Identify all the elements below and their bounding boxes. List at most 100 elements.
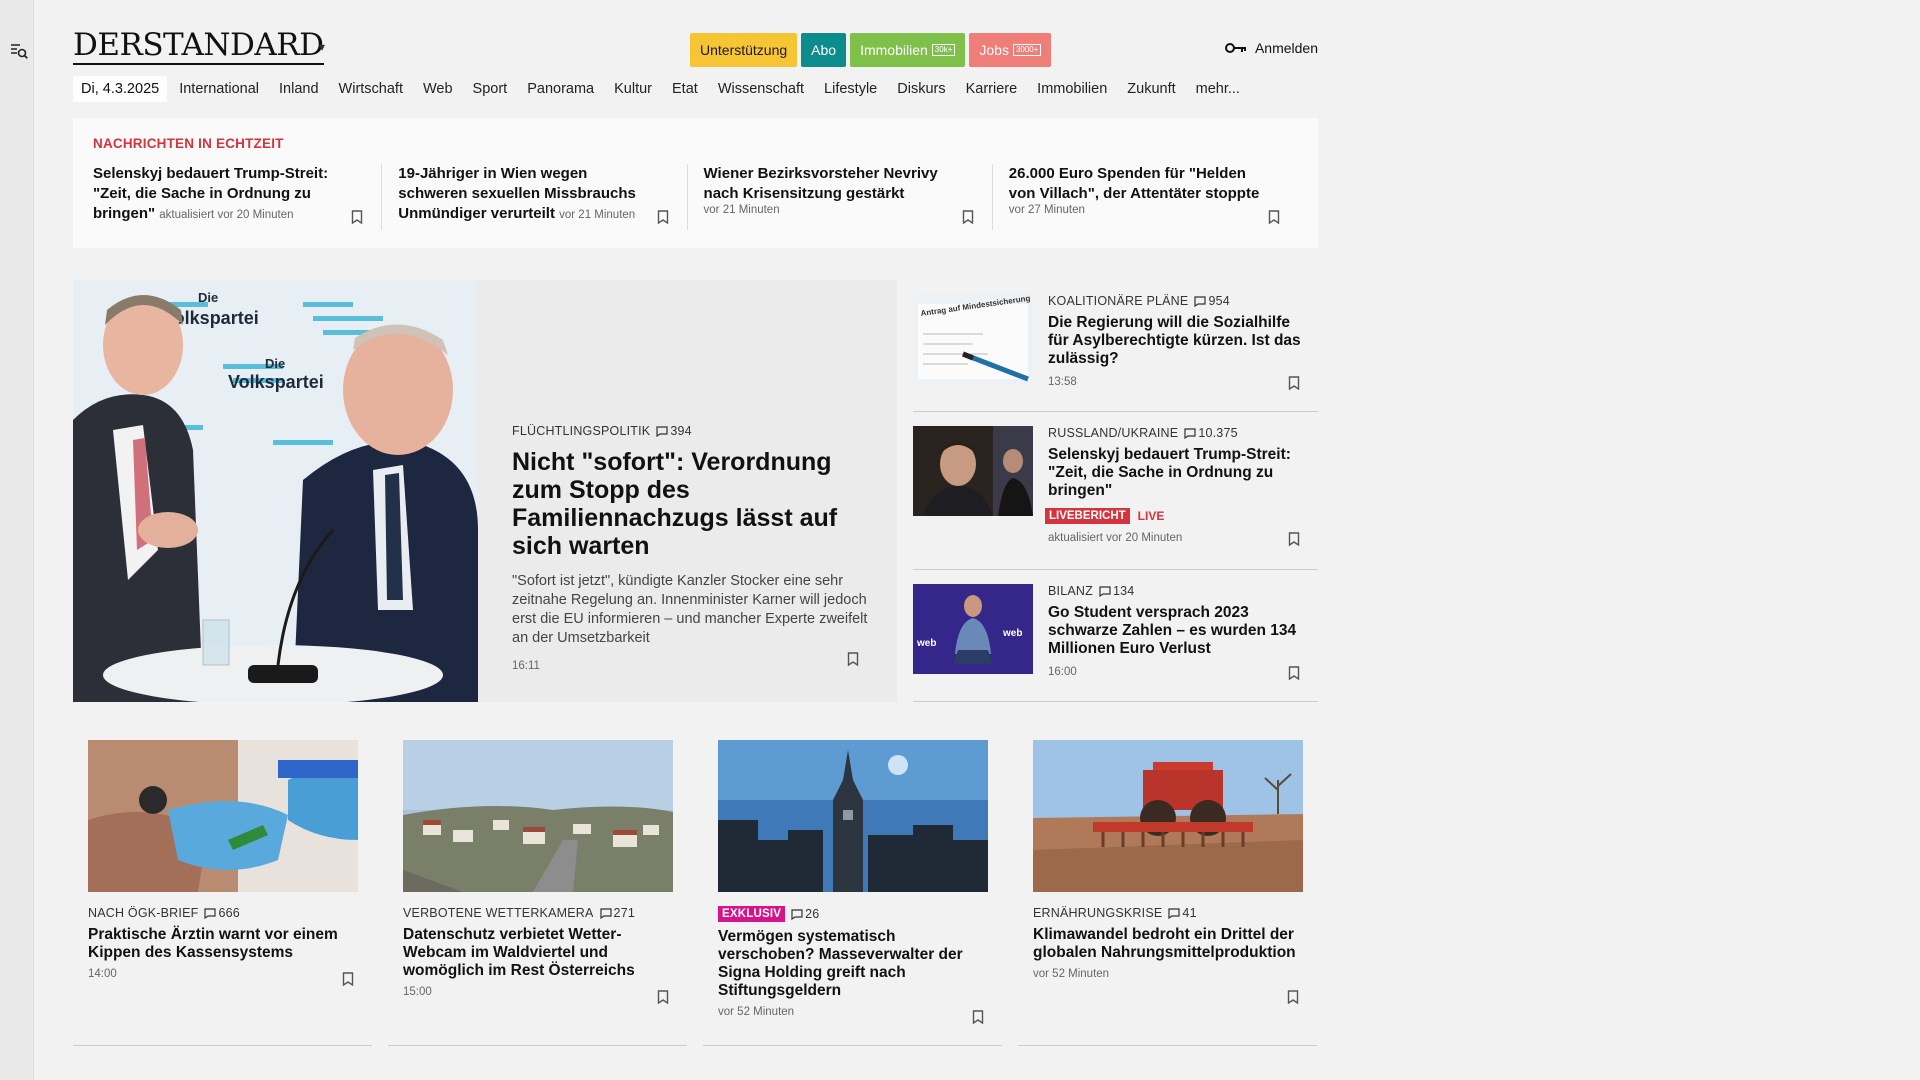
card-comment-count[interactable]: 666 bbox=[204, 906, 240, 920]
main-stories: Die Volkspartei Die Volkspartei FLÜCHTLI… bbox=[73, 280, 1318, 702]
bookmark-icon[interactable] bbox=[972, 1010, 984, 1024]
nav-item-inland[interactable]: Inland bbox=[279, 81, 319, 97]
card-headline[interactable]: Vermögen systematisch verschoben? Massev… bbox=[718, 928, 987, 1000]
side-article-image[interactable] bbox=[913, 426, 1033, 516]
side-headline[interactable]: Die Regierung will die Sozialhilfe für A… bbox=[1048, 314, 1313, 368]
logo[interactable]: DERSTANDARD bbox=[73, 30, 324, 65]
bookmark-icon[interactable] bbox=[657, 210, 669, 224]
image-caption: web bbox=[1002, 628, 1022, 639]
nav-item-panorama[interactable]: Panorama bbox=[527, 81, 594, 97]
card-time: vor 52 Minuten bbox=[1033, 968, 1110, 980]
abo-label: Abo bbox=[811, 42, 837, 58]
nav-item-karriere[interactable]: Karriere bbox=[966, 81, 1018, 97]
side-comment-count[interactable]: 134 bbox=[1099, 584, 1134, 598]
nav-item-web[interactable]: Web bbox=[423, 81, 453, 97]
page-content: DERSTANDARD ▾ Unterstützung Abo Immobili… bbox=[73, 0, 1318, 1046]
article-card[interactable]: VERBOTENE WETTERKAMERA 271 Datenschutz v… bbox=[388, 740, 687, 1046]
nav-item-wirtschaft[interactable]: Wirtschaft bbox=[339, 81, 403, 97]
article-card-image[interactable] bbox=[88, 740, 358, 892]
ticker-item[interactable]: Selenskyj bedauert Trump-Streit: "Zeit, … bbox=[93, 164, 383, 230]
side-article[interactable]: web web BILANZ 134 Go Student versprach … bbox=[913, 570, 1318, 702]
login-button[interactable]: Anmelden bbox=[1224, 40, 1318, 56]
chevron-down-icon[interactable]: ▾ bbox=[319, 40, 325, 54]
nav-item-international[interactable]: International bbox=[179, 81, 259, 97]
article-card-image[interactable] bbox=[718, 740, 988, 892]
side-comments: 954 bbox=[1208, 294, 1230, 308]
lead-time: 16:11 bbox=[512, 660, 540, 672]
bookmark-icon[interactable] bbox=[1288, 376, 1300, 390]
nav-item-immobilien[interactable]: Immobilien bbox=[1037, 81, 1107, 97]
ticker-time: vor 21 Minuten bbox=[703, 204, 780, 216]
card-comment-count[interactable]: 271 bbox=[599, 906, 636, 920]
lead-article-image[interactable]: Die Volkspartei Die Volkspartei bbox=[73, 280, 478, 702]
immobilien-button[interactable]: Immobilien 30k+ bbox=[850, 33, 966, 67]
nav-item-sport[interactable]: Sport bbox=[473, 81, 508, 97]
promo-links: Unterstützung Abo Immobilien 30k+ Jobs 300… bbox=[690, 33, 1052, 67]
key-icon bbox=[1224, 43, 1246, 53]
article-card-image[interactable] bbox=[403, 740, 673, 892]
lead-article[interactable]: Die Volkspartei Die Volkspartei FLÜCHTLI… bbox=[73, 280, 897, 702]
card-headline[interactable]: Klimawandel bedroht ein Drittel der glob… bbox=[1033, 926, 1302, 962]
card-headline[interactable]: Datenschutz verbietet Wetter-Webcam im W… bbox=[403, 926, 672, 980]
nav-item-lifestyle[interactable]: Lifestyle bbox=[824, 81, 877, 97]
ticker-headline: Wiener Bezirksvorsteher Nevrivy nach Kri… bbox=[703, 165, 938, 202]
lead-comment-count[interactable]: 394 bbox=[656, 424, 692, 438]
article-card[interactable]: EXKLUSIV 26 Vermögen systematisch versch… bbox=[703, 740, 1002, 1046]
bookmark-icon[interactable] bbox=[342, 972, 354, 986]
immobilien-label: Immobilien bbox=[860, 42, 928, 58]
ticker-headline: 26.000 Euro Spenden für "Helden von Vill… bbox=[1008, 165, 1260, 202]
article-card[interactable]: ERNÄHRUNGSKRISE 41 Klimawandel bedroht e… bbox=[1018, 740, 1317, 1046]
side-articles: Antrag auf Mindestsicherung KOALITIONÄRE… bbox=[913, 280, 1318, 702]
ticker-item[interactable]: 19-Jähriger in Wien wegen schweren sexue… bbox=[398, 164, 688, 230]
side-article[interactable]: Antrag auf Mindestsicherung KOALITIONÄRE… bbox=[913, 280, 1318, 412]
side-article-image[interactable]: Antrag auf Mindestsicherung bbox=[913, 294, 1033, 384]
bookmark-icon[interactable] bbox=[1288, 532, 1300, 546]
comment-icon bbox=[1194, 295, 1207, 307]
bookmark-icon[interactable] bbox=[1287, 990, 1299, 1004]
bookmark-icon[interactable] bbox=[847, 652, 859, 666]
lead-headline[interactable]: Nicht "sofort": Verordnung zum Stopp des… bbox=[512, 448, 872, 560]
card-comment-count[interactable]: 26 bbox=[791, 907, 819, 921]
nav-item-kultur[interactable]: Kultur bbox=[614, 81, 652, 97]
comment-icon bbox=[599, 907, 612, 919]
nav-item-zukunft[interactable]: Zukunft bbox=[1127, 81, 1175, 97]
side-comment-count[interactable]: 10.375 bbox=[1184, 426, 1238, 440]
card-headline[interactable]: Praktische Ärztin warnt vor einem Kippen… bbox=[88, 926, 357, 962]
nav-item-wissenschaft[interactable]: Wissenschaft bbox=[718, 81, 804, 97]
bookmark-icon[interactable] bbox=[962, 210, 974, 224]
nav-item-more[interactable]: mehr... bbox=[1196, 81, 1240, 97]
menu-search-icon[interactable] bbox=[10, 42, 28, 60]
card-time: vor 52 Minuten bbox=[718, 1006, 795, 1018]
comment-icon bbox=[1168, 907, 1181, 919]
side-headline[interactable]: Go Student versprach 2023 schwarze Zahle… bbox=[1048, 604, 1313, 658]
side-time: aktualisiert vor 20 Minuten bbox=[1048, 532, 1183, 544]
card-kicker: ERNÄHRUNGSKRISE 41 bbox=[1033, 906, 1302, 920]
card-comment-count[interactable]: 41 bbox=[1168, 906, 1197, 920]
side-kicker-label: RUSSLAND/UKRAINE bbox=[1048, 426, 1179, 440]
nav-item-diskurs[interactable]: Diskurs bbox=[897, 81, 945, 97]
lead-kicker-label: FLÜCHTLINGSPOLITIK bbox=[512, 424, 651, 438]
live-label: LIVE bbox=[1137, 509, 1165, 523]
card-comments: 271 bbox=[613, 906, 636, 920]
article-card[interactable]: NACH ÖGK-BRIEF 666 Praktische Ärztin war… bbox=[73, 740, 372, 1046]
bookmark-icon[interactable] bbox=[1268, 210, 1280, 224]
side-comment-count[interactable]: 954 bbox=[1194, 294, 1230, 308]
article-card-image[interactable] bbox=[1033, 740, 1303, 892]
main-nav: Di, 4.3.2025 International Inland Wirtsc… bbox=[73, 74, 1318, 104]
ticker-item[interactable]: 26.000 Euro Spenden für "Helden von Vill… bbox=[1009, 164, 1298, 230]
ticker-item[interactable]: Wiener Bezirksvorsteher Nevrivy nach Kri… bbox=[704, 164, 993, 230]
card-kicker-label: VERBOTENE WETTERKAMERA bbox=[403, 906, 594, 920]
side-article[interactable]: RUSSLAND/UKRAINE 10.375 Selenskyj bedaue… bbox=[913, 412, 1318, 570]
bookmark-icon[interactable] bbox=[657, 990, 669, 1004]
abo-button[interactable]: Abo bbox=[801, 33, 847, 67]
card-kicker-label: NACH ÖGK-BRIEF bbox=[88, 906, 199, 920]
jobs-button[interactable]: Jobs 3000+ bbox=[969, 33, 1052, 67]
side-headline[interactable]: Selenskyj bedauert Trump-Streit: "Zeit, … bbox=[1048, 446, 1313, 500]
bookmark-icon[interactable] bbox=[1288, 666, 1300, 680]
nav-item-etat[interactable]: Etat bbox=[672, 81, 698, 97]
side-article-image[interactable]: web web bbox=[913, 584, 1033, 674]
support-button[interactable]: Unterstützung bbox=[690, 33, 798, 67]
bookmark-icon[interactable] bbox=[351, 210, 363, 224]
card-comments: 26 bbox=[805, 907, 820, 921]
card-kicker: EXKLUSIV 26 bbox=[718, 906, 987, 922]
